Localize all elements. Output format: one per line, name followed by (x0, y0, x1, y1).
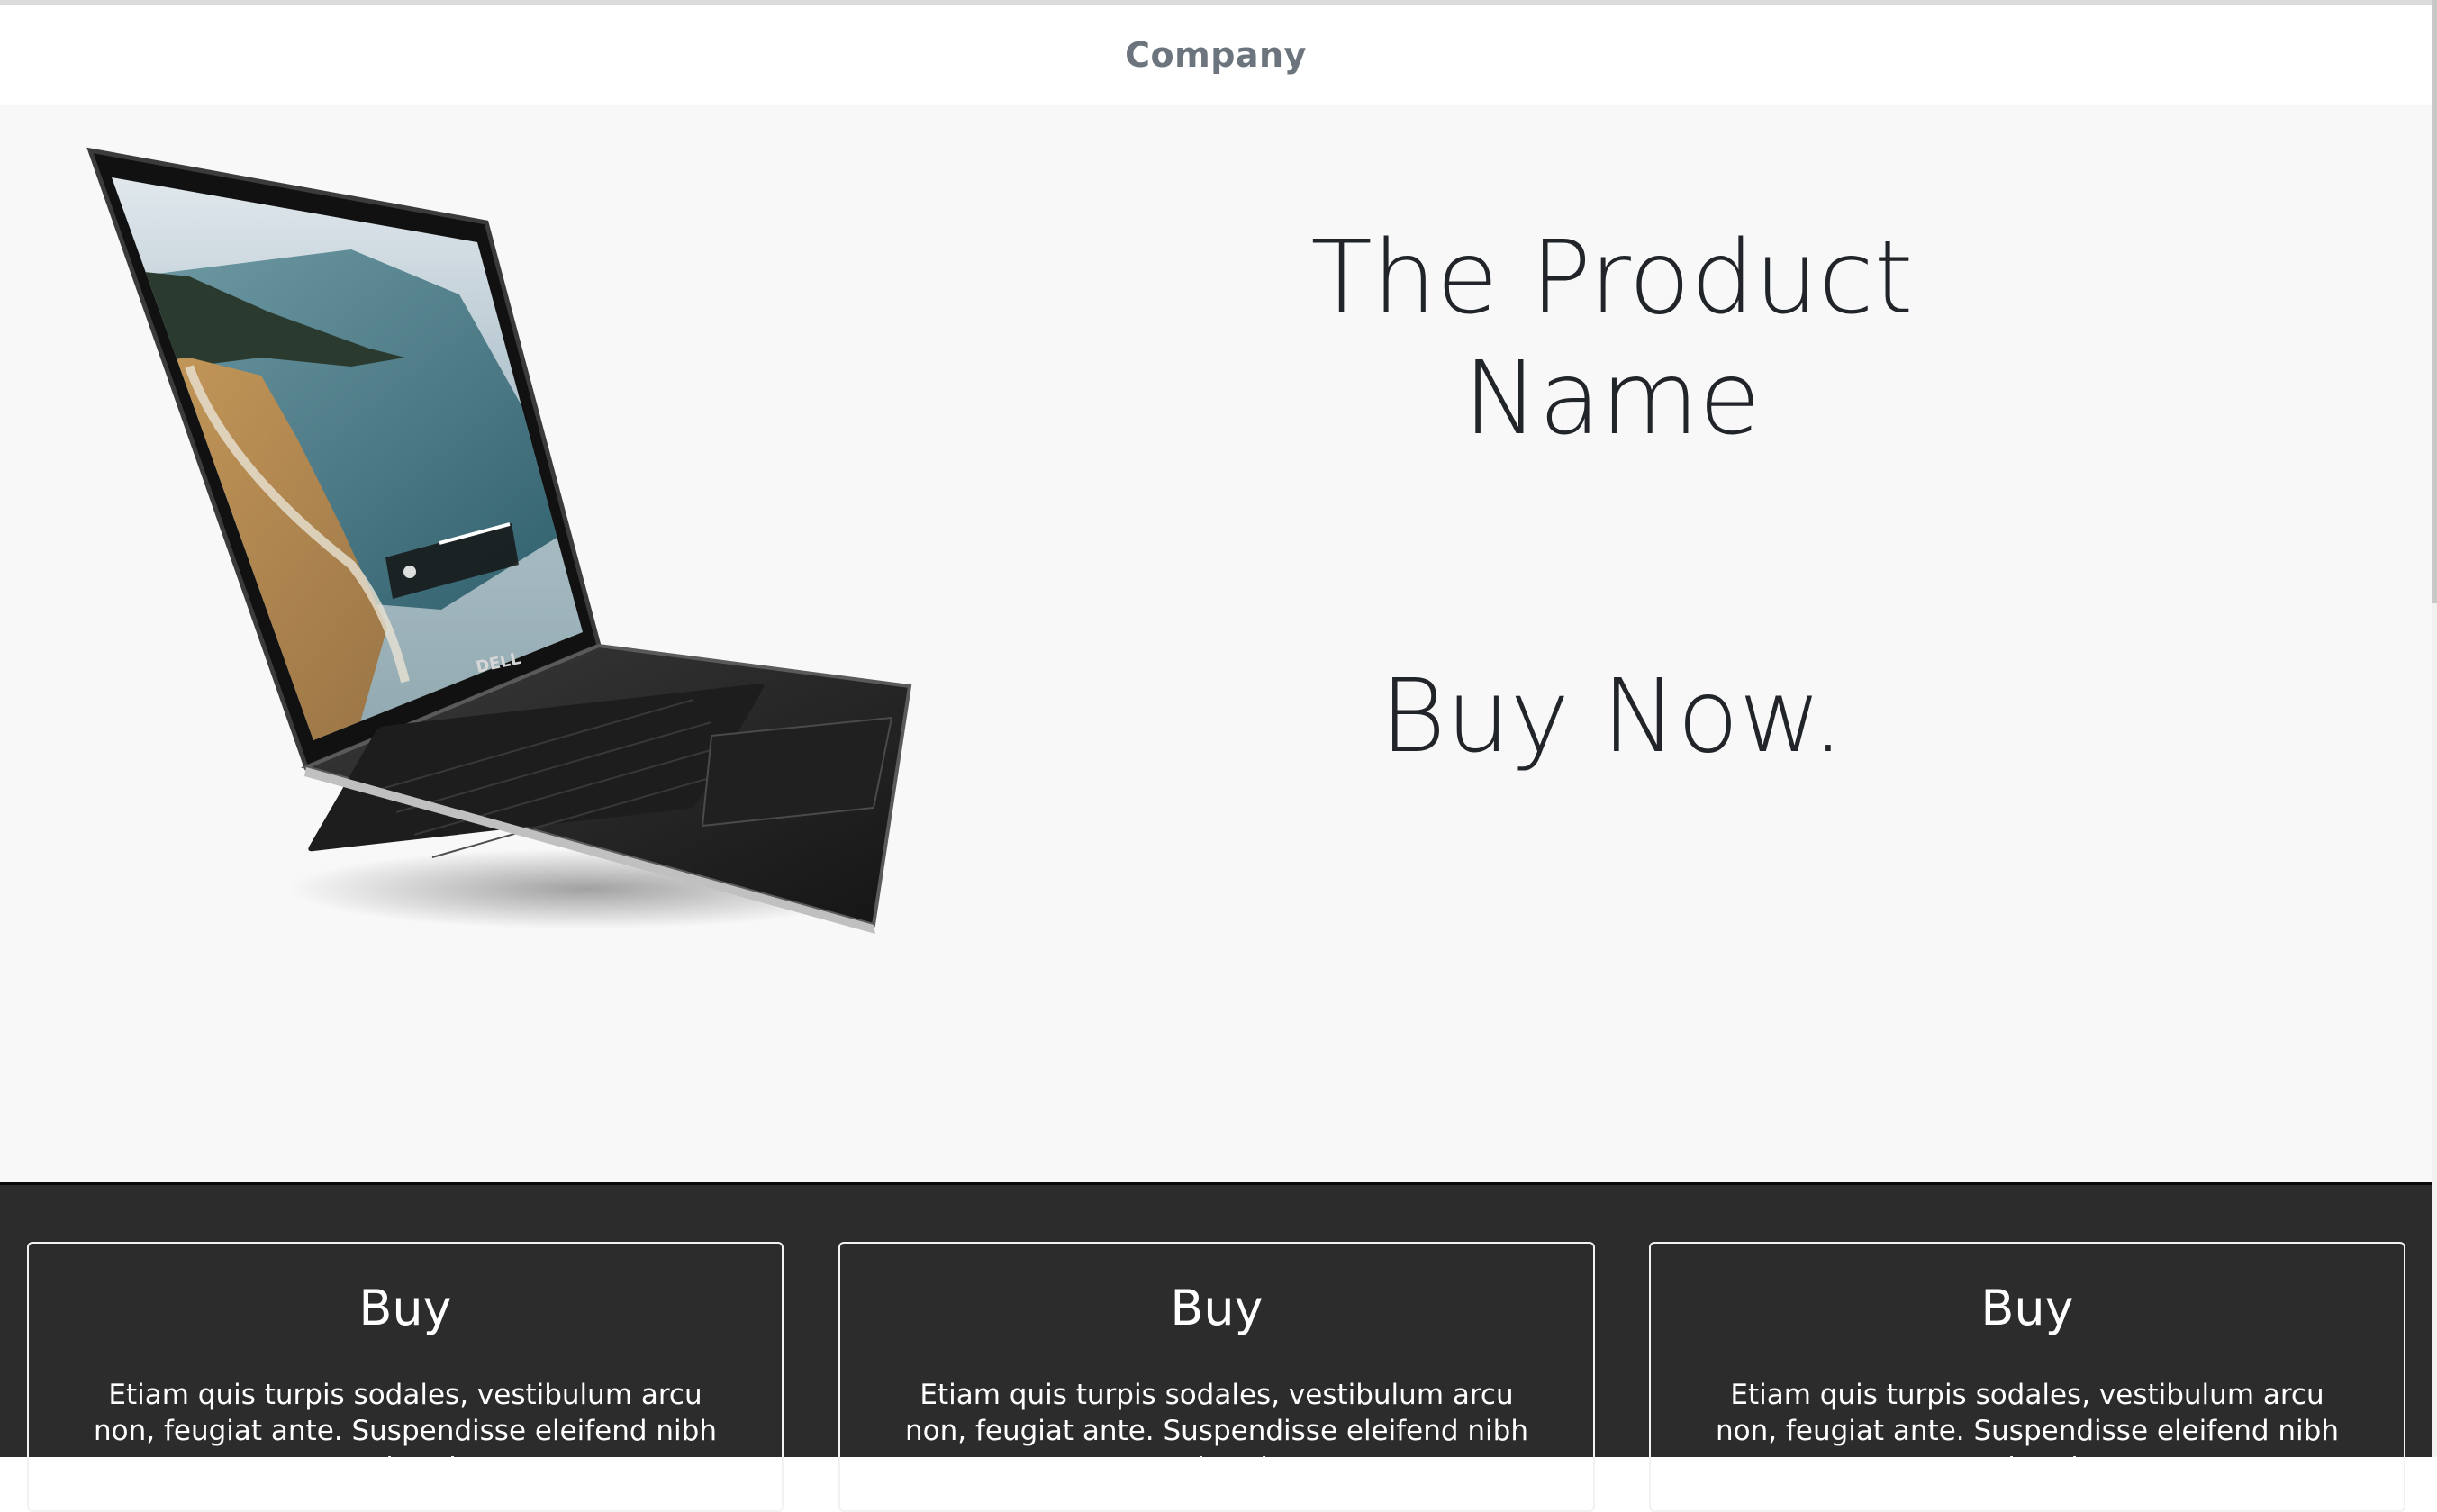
cards-section: Buy Etiam quis turpis sodales, vestibulu… (0, 1182, 2432, 1512)
hero-section: DELL The Product Name Buy Now. (0, 105, 2432, 1182)
buy-now-link[interactable]: Buy Now. (1198, 656, 2026, 777)
buy-card: Buy Etiam quis turpis sodales, vestibulu… (1649, 1242, 2405, 1512)
laptop-image: DELL (86, 147, 912, 934)
card-text: Etiam quis turpis sodales, vestibulum ar… (1716, 1379, 2339, 1483)
scrollbar-thumb[interactable] (2432, 0, 2437, 603)
buy-card: Buy Etiam quis turpis sodales, vestibulu… (838, 1242, 1595, 1512)
card-title: Buy (358, 1280, 452, 1336)
buy-card: Buy Etiam quis turpis sodales, vestibulu… (27, 1242, 784, 1512)
brand-link[interactable]: Company (1125, 35, 1307, 75)
card-text: Etiam quis turpis sodales, vestibulum ar… (905, 1379, 1528, 1483)
card-text: Etiam quis turpis sodales, vestibulum ar… (94, 1379, 717, 1483)
product-title: The Product Name (1310, 220, 1914, 457)
card-title: Buy (1170, 1280, 1264, 1336)
card-title: Buy (1980, 1280, 2074, 1336)
navbar: Company (0, 5, 2432, 105)
